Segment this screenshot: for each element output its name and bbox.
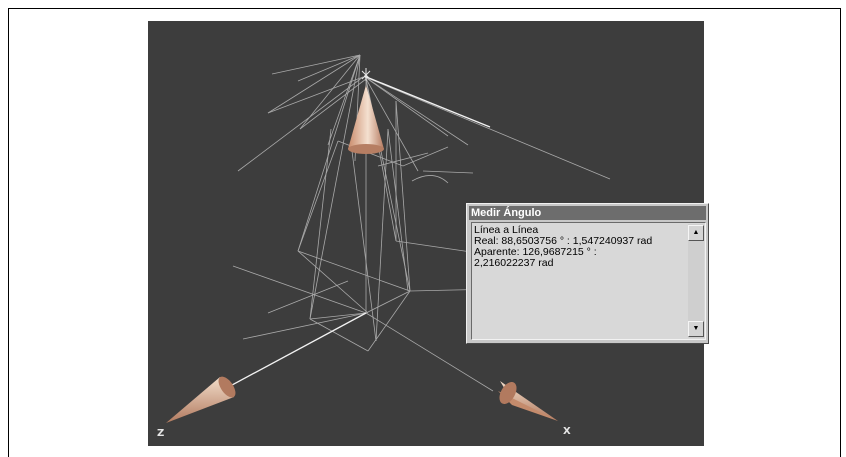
scroll-up-icon[interactable]: ▲ xyxy=(688,225,704,241)
cone-marker-x-axis xyxy=(498,381,558,421)
cone-marker-top xyxy=(348,85,384,154)
document-frame-top xyxy=(8,8,841,9)
results-listbox[interactable]: Línea a Línea Real: 88,6503756 ° : 1,547… xyxy=(471,222,706,340)
results-text: Línea a Línea Real: 88,6503756 ° : 1,547… xyxy=(474,225,686,337)
document-frame-right xyxy=(840,8,841,457)
x-axis-label: X xyxy=(563,426,571,437)
cone-marker-z-axis xyxy=(166,376,236,423)
scroll-down-icon[interactable]: ▼ xyxy=(688,321,704,337)
measured-lines xyxy=(205,75,491,400)
document-frame-left xyxy=(8,8,9,457)
z-axis-label: Z xyxy=(157,428,165,439)
vertical-scrollbar[interactable]: ▲ ▼ xyxy=(688,224,704,338)
panel-title[interactable]: Medir Ángulo xyxy=(469,206,706,220)
result-line-apparent-rad: 2,216022237 rad xyxy=(474,257,554,269)
measure-angle-panel: Medir Ángulo Línea a Línea Real: 88,6503… xyxy=(466,203,709,344)
